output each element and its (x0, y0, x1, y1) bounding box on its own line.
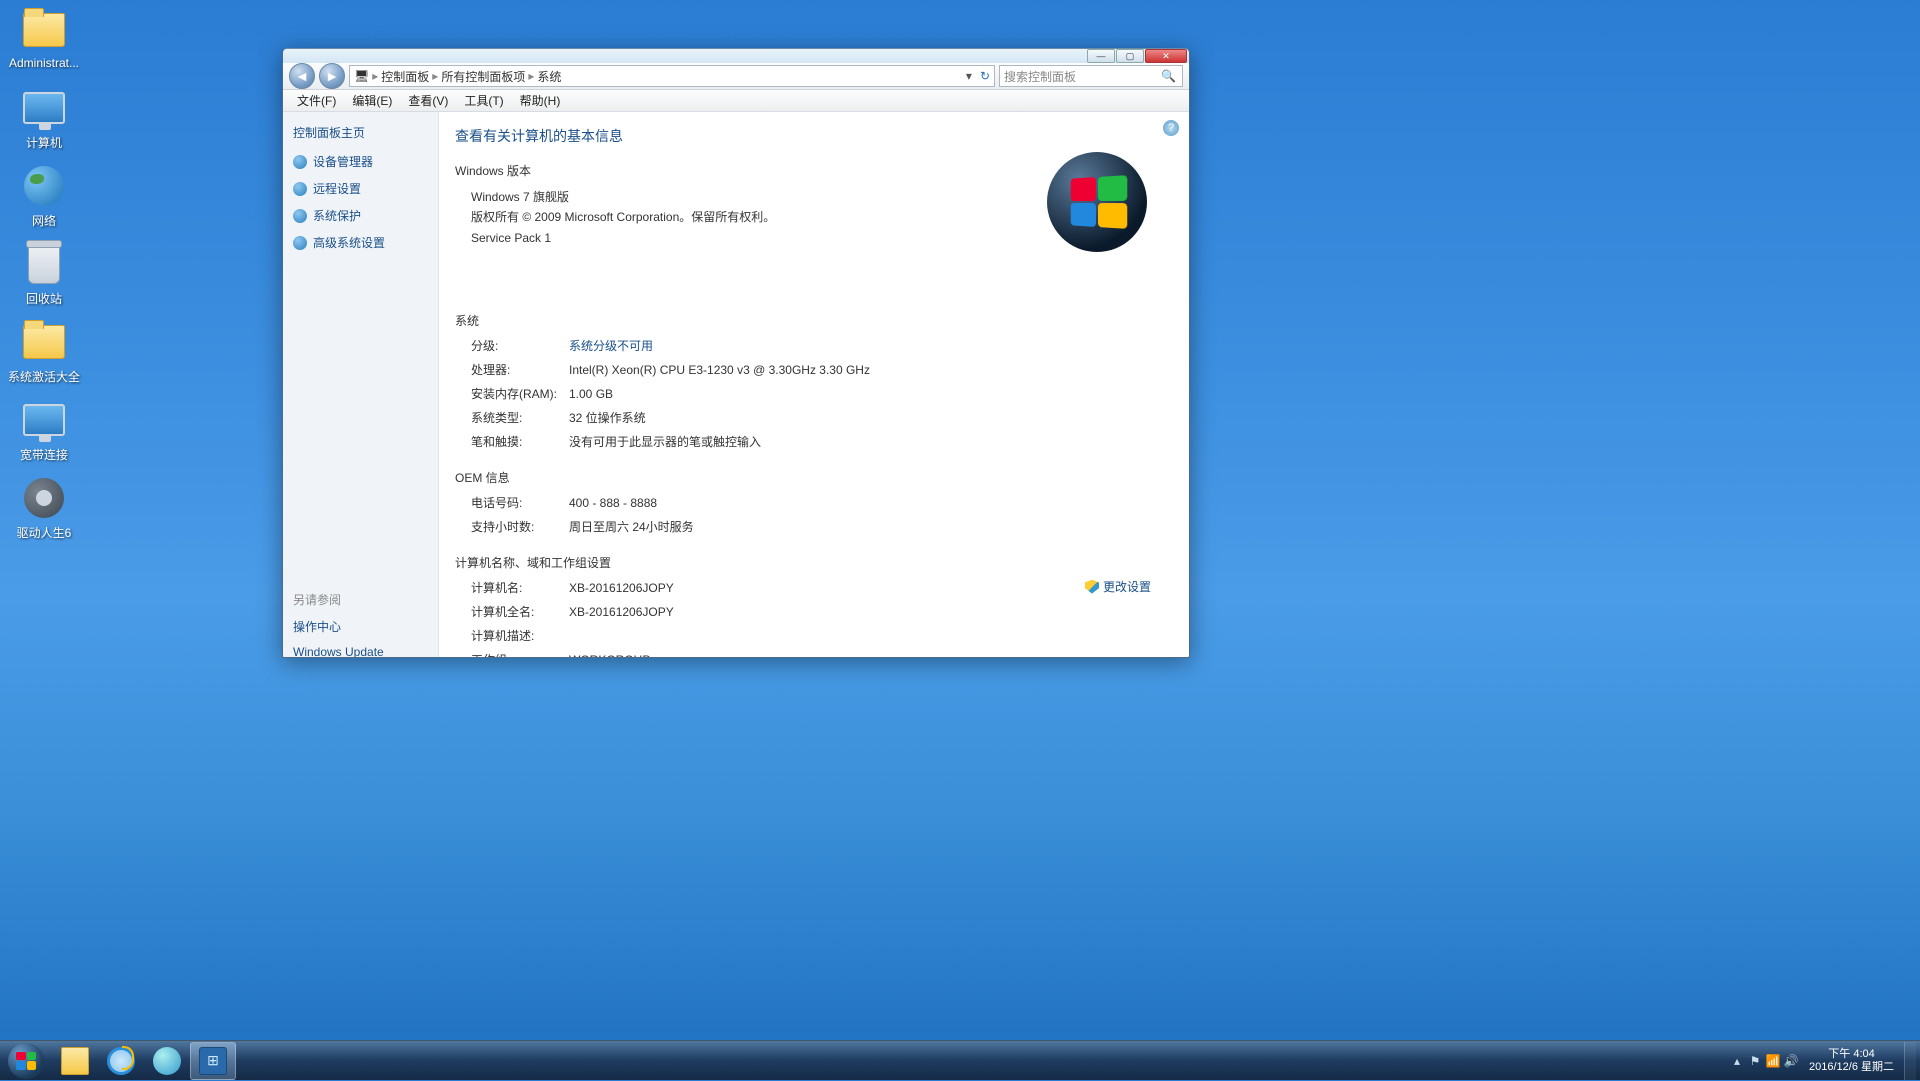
taskbar-ie[interactable] (98, 1042, 144, 1080)
show-desktop-button[interactable] (1904, 1042, 1916, 1080)
refresh-icon[interactable]: ↻ (980, 69, 990, 83)
shield-icon (1085, 580, 1099, 594)
start-button[interactable] (0, 1041, 52, 1081)
link-windows-update[interactable]: Windows Update (293, 645, 428, 658)
ie-icon (107, 1047, 135, 1075)
desktop-icon-driver[interactable]: 驱动人生6 (6, 474, 82, 541)
folder-icon (61, 1047, 89, 1075)
desktop-icon-computer[interactable]: 计算机 (6, 84, 82, 151)
search-icon[interactable]: 🔍 (1161, 69, 1176, 83)
sidebar-system-protection[interactable]: 系统保护 (293, 207, 428, 224)
breadcrumb-item[interactable]: 所有控制面板项 (441, 68, 525, 85)
search-input[interactable]: 搜索控制面板 🔍 (999, 65, 1183, 87)
control-panel-window: — ▢ ✕ ◄ ► 🖥▸ 控制面板▸ 所有控制面板项▸ 系统 ▾ ↻ 搜索控制面… (282, 48, 1190, 658)
minimize-button[interactable]: — (1087, 49, 1115, 63)
desktop-icon-broadband[interactable]: 宽带连接 (6, 396, 82, 463)
bullet-icon (293, 236, 307, 250)
breadcrumb-item[interactable]: 系统 (537, 68, 561, 85)
address-dropdown-icon[interactable]: ▾ (962, 69, 976, 83)
close-button[interactable]: ✕ (1145, 49, 1187, 63)
link-action-center[interactable]: 操作中心 (293, 618, 428, 635)
maximize-button[interactable]: ▢ (1116, 49, 1144, 63)
taskbar: ⊞ ▴ ⚑ 📶 🔊 下午 4:04 2016/12/6 星期二 (0, 1040, 1920, 1080)
back-button[interactable]: ◄ (289, 63, 315, 89)
change-settings-link[interactable]: 更改设置 (1085, 578, 1151, 595)
bullet-icon (293, 155, 307, 169)
tray-network-icon[interactable]: 📶 (1765, 1053, 1781, 1069)
cloud-icon (153, 1047, 181, 1075)
menu-tools[interactable]: 工具(T) (456, 90, 511, 111)
help-icon[interactable]: ? (1163, 120, 1179, 136)
rating-link[interactable]: 系统分级不可用 (569, 337, 1171, 355)
sidebar: 控制面板主页 设备管理器 远程设置 系统保护 高级系统设置 另请参阅 操作中心 … (283, 112, 439, 658)
tray-flag-icon[interactable]: ⚑ (1747, 1053, 1763, 1069)
titlebar[interactable]: — ▢ ✕ (283, 49, 1189, 63)
tray-volume-icon[interactable]: 🔊 (1783, 1053, 1799, 1069)
address-bar[interactable]: 🖥▸ 控制面板▸ 所有控制面板项▸ 系统 ▾ ↻ (349, 65, 995, 87)
bullet-icon (293, 182, 307, 196)
taskbar-system[interactable]: ⊞ (190, 1042, 236, 1080)
bullet-icon (293, 209, 307, 223)
windows-orb-logo (1047, 152, 1147, 252)
sidebar-advanced-settings[interactable]: 高级系统设置 (293, 234, 428, 251)
navbar: ◄ ► 🖥▸ 控制面板▸ 所有控制面板项▸ 系统 ▾ ↻ 搜索控制面板 🔍 (283, 63, 1189, 90)
menu-view[interactable]: 查看(V) (400, 90, 456, 111)
system-icon: ⊞ (199, 1047, 227, 1075)
section-computer-name: 计算机名称、域和工作组设置 更改设置 计算机名:XB-20161206JOPY … (455, 554, 1171, 658)
system-tray: ▴ ⚑ 📶 🔊 下午 4:04 2016/12/6 星期二 (1729, 1042, 1920, 1080)
desktop-icon-activation[interactable]: 系统激活大全 (6, 318, 82, 385)
desktop-icon-recycle[interactable]: 回收站 (6, 240, 82, 307)
taskbar-explorer[interactable] (52, 1042, 98, 1080)
see-also-header: 另请参阅 (293, 591, 428, 608)
desktop-icon-network[interactable]: 网络 (6, 162, 82, 229)
page-title: 查看有关计算机的基本信息 (455, 126, 1171, 146)
computer-icon: 🖥 (354, 69, 369, 83)
desktop-icon-admin[interactable]: Administrat... (6, 6, 82, 70)
menu-help[interactable]: 帮助(H) (512, 90, 569, 111)
menubar: 文件(F) 编辑(E) 查看(V) 工具(T) 帮助(H) (283, 90, 1189, 112)
tray-overflow-icon[interactable]: ▴ (1729, 1053, 1745, 1069)
taskbar-app[interactable] (144, 1042, 190, 1080)
sidebar-device-manager[interactable]: 设备管理器 (293, 153, 428, 170)
section-oem: OEM 信息 电话号码:400 - 888 - 8888 支持小时数:周日至周六… (455, 469, 1171, 536)
sidebar-remote-settings[interactable]: 远程设置 (293, 180, 428, 197)
taskbar-clock[interactable]: 下午 4:04 2016/12/6 星期二 (1801, 1048, 1902, 1073)
section-system: 系统 分级:系统分级不可用 处理器:Intel(R) Xeon(R) CPU E… (455, 312, 1171, 451)
menu-file[interactable]: 文件(F) (289, 90, 344, 111)
sidebar-home[interactable]: 控制面板主页 (293, 124, 428, 141)
content-pane: ? 查看有关计算机的基本信息 Windows 版本 Windows 7 旗舰版 … (439, 112, 1189, 658)
menu-edit[interactable]: 编辑(E) (344, 90, 400, 111)
window-body: 控制面板主页 设备管理器 远程设置 系统保护 高级系统设置 另请参阅 操作中心 … (283, 112, 1189, 658)
forward-button[interactable]: ► (319, 63, 345, 89)
breadcrumb-item[interactable]: 控制面板 (381, 68, 429, 85)
